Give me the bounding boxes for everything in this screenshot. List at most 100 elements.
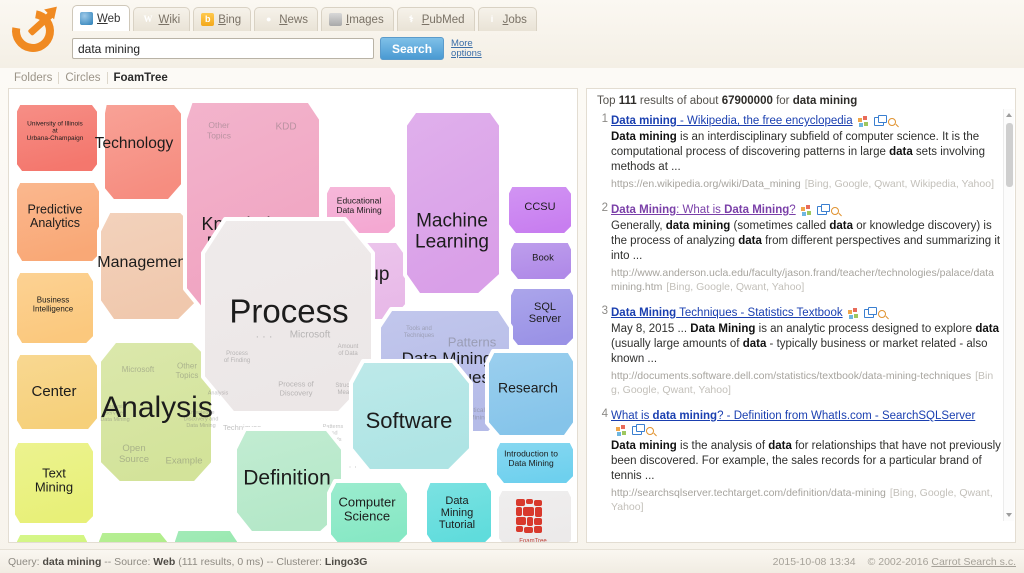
foamtree-cluster-technology[interactable]: Technology	[95, 101, 185, 203]
foamtree-cluster-text-mining[interactable]: TextMining	[11, 439, 97, 527]
preview-zoom-icon[interactable]	[830, 207, 839, 216]
search-result-item[interactable]: 1 Data mining - Wikipedia, the free encyc…	[595, 113, 1001, 191]
cluster-polygon[interactable]	[97, 339, 215, 485]
cluster-polygon[interactable]	[505, 183, 575, 237]
foamtree-cluster-other-topics-left[interactable]: OtherTopics	[171, 527, 241, 542]
carrot2-logo-icon[interactable]	[3, 1, 63, 61]
view-tab-folders[interactable]: Folders	[8, 72, 60, 84]
open-in-new-window-icon[interactable]	[873, 115, 887, 127]
tab-images[interactable]: Images	[320, 7, 394, 31]
view-tab-foamtree[interactable]: FoamTree	[108, 72, 174, 84]
cluster-polygon[interactable]	[171, 527, 241, 542]
foamtree-logo-cell	[534, 526, 542, 533]
cluster-polygon[interactable]	[13, 101, 101, 175]
cluster-polygon[interactable]	[201, 217, 375, 415]
results-list[interactable]: 1 Data mining - Wikipedia, the free encyc…	[587, 113, 1015, 521]
foamtree-canvas[interactable]: University of IllinoisatUrbana-Champaign…	[9, 89, 577, 542]
tab-jobs[interactable]: i Jobs	[477, 7, 537, 31]
search-result-item[interactable]: 2 Data Mining: What is Data Mining? Genera…	[595, 202, 1001, 294]
tab-label: PubMed	[421, 13, 465, 26]
result-action-icons	[847, 306, 890, 320]
cluster-polygon[interactable]	[233, 427, 345, 535]
scroll-up-arrow-icon[interactable]	[1006, 113, 1012, 117]
search-input[interactable]	[72, 38, 374, 59]
search-result-item[interactable]: 4 What is data mining? - Definition from …	[595, 408, 1001, 514]
news-bulb-icon: ●	[266, 14, 272, 24]
bing-icon: b	[201, 13, 215, 26]
foamtree-logo-cell	[524, 527, 533, 533]
foamtree-cluster-melbourne[interactable]: Melbourne	[13, 531, 91, 542]
scrollbar-thumb[interactable]	[1006, 123, 1013, 187]
preview-zoom-icon[interactable]	[646, 427, 654, 436]
tab-wiki[interactable]: W Wiki	[133, 7, 191, 31]
foamtree-cluster-predictive-analytics[interactable]: PredictiveAnalytics	[13, 179, 103, 265]
cluster-polygon[interactable]	[485, 349, 577, 439]
search-button[interactable]: Search	[380, 37, 445, 60]
cluster-polygon[interactable]	[423, 479, 495, 542]
tab-label: Jobs	[502, 13, 527, 26]
foamtree-cluster-computer-science[interactable]: ComputerScience	[327, 479, 411, 542]
globe-icon	[80, 12, 93, 25]
foamtree-cluster-ccsu[interactable]: CCSU	[505, 183, 575, 237]
cluster-polygon[interactable]	[13, 531, 91, 542]
cluster-polygon[interactable]	[95, 529, 171, 542]
search-result-item[interactable]: 3 Data Mining Techniques - Statistics Tex…	[595, 305, 1001, 397]
open-in-new-window-icon[interactable]	[863, 307, 877, 319]
result-title-link[interactable]: What is data mining? - Definition from W…	[611, 410, 975, 422]
cluster-polygon[interactable]	[13, 351, 101, 433]
open-in-new-window-icon[interactable]	[816, 204, 830, 216]
results-scrollbar[interactable]	[1003, 109, 1014, 521]
cluster-polygon[interactable]	[327, 479, 411, 542]
cluster-polygon[interactable]	[403, 109, 503, 297]
foamtree-cluster-sql-server[interactable]: SQLServer	[507, 285, 577, 349]
view-tab-circles[interactable]: Circles	[59, 72, 108, 84]
carrot-search-link[interactable]: Carrot Search s.c.	[931, 556, 1016, 568]
preview-zoom-icon[interactable]	[887, 118, 896, 127]
foamtree-cluster-research[interactable]: Research	[485, 349, 577, 439]
foamtree-visualization[interactable]: University of Illinois at Urbana-Champaign…	[8, 88, 578, 543]
app-header: Web W Wiki bBing ● News Images ⚕ PubMed i Jobs Sea…	[0, 0, 1024, 68]
scroll-down-arrow-icon[interactable]	[1006, 513, 1012, 517]
cluster-polygon[interactable]	[507, 239, 575, 283]
preview-zoom-icon[interactable]	[877, 310, 886, 319]
result-title-link[interactable]: Data Mining: What is Data Mining?	[611, 204, 796, 216]
cluster-polygon[interactable]	[13, 179, 103, 265]
jobs-icon: i	[490, 14, 494, 24]
open-in-new-window-icon[interactable]	[632, 424, 645, 436]
show-in-clusters-icon[interactable]	[857, 116, 870, 127]
result-title-link[interactable]: Data Mining Techniques - Statistics Text…	[611, 307, 843, 319]
cluster-polygon[interactable]	[493, 439, 577, 487]
cluster-polygon[interactable]	[13, 269, 97, 347]
tab-pubmed[interactable]: ⚕ PubMed	[396, 7, 475, 31]
foamtree-cluster-business-intelligence[interactable]: BusinessIntelligence	[13, 269, 97, 347]
cluster-polygon[interactable]	[495, 487, 575, 542]
tab-bing[interactable]: b Bing	[193, 7, 252, 31]
foamtree-cluster-university-of-illinois[interactable]: University of IllinoisatUrbana-Champaign	[13, 101, 101, 175]
result-title-link[interactable]: Data mining - Wikipedia, the free encycl…	[611, 115, 853, 127]
status-meta: 2015-10-08 13:34 © 2002-2016 Carrot Sear…	[773, 556, 1016, 568]
foamtree-cluster-data-mining-tutorial[interactable]: DataMiningTutorial	[423, 479, 495, 542]
foamtree-cluster-definition[interactable]: Definition	[233, 427, 345, 535]
foamtree-cluster-association[interactable]: Association	[95, 529, 171, 542]
tab-web[interactable]: Web	[72, 5, 131, 31]
show-in-clusters-icon[interactable]	[616, 425, 628, 436]
foamtree-logo-cell	[534, 500, 542, 506]
more-options-link[interactable]: More options	[451, 38, 485, 59]
cluster-polygon[interactable]	[349, 359, 473, 473]
cluster-polygon[interactable]	[11, 439, 97, 527]
tab-label: Web	[97, 12, 121, 25]
foamtree-cluster-introduction-to-data-mining[interactable]: Introduction toData Mining	[493, 439, 577, 487]
foamtree-cluster-book[interactable]: Book	[507, 239, 575, 283]
cluster-polygon[interactable]	[101, 101, 185, 203]
foamtree-cluster-center[interactable]: Center	[13, 351, 101, 433]
show-in-clusters-icon[interactable]	[847, 308, 860, 319]
foamtree-cluster-analysis[interactable]: Microsoft OtherTopicsAnalysisServicesData…	[97, 339, 218, 485]
result-sources: [Bing, Google, Qwant, Yahoo]	[611, 370, 994, 396]
show-in-clusters-icon[interactable]	[800, 205, 813, 216]
cluster-polygon[interactable]	[507, 285, 577, 349]
result-url: https://en.wikipedia.org/wiki/Data_minin…	[611, 178, 994, 190]
foamtree-cluster-foamtree-brand[interactable]: FoamTree	[495, 487, 575, 542]
foamtree-cluster-machine-learning[interactable]: MachineLearning	[403, 109, 503, 297]
foamtree-cluster-software[interactable]: Software	[349, 359, 473, 473]
tab-news[interactable]: ● News	[254, 7, 318, 31]
